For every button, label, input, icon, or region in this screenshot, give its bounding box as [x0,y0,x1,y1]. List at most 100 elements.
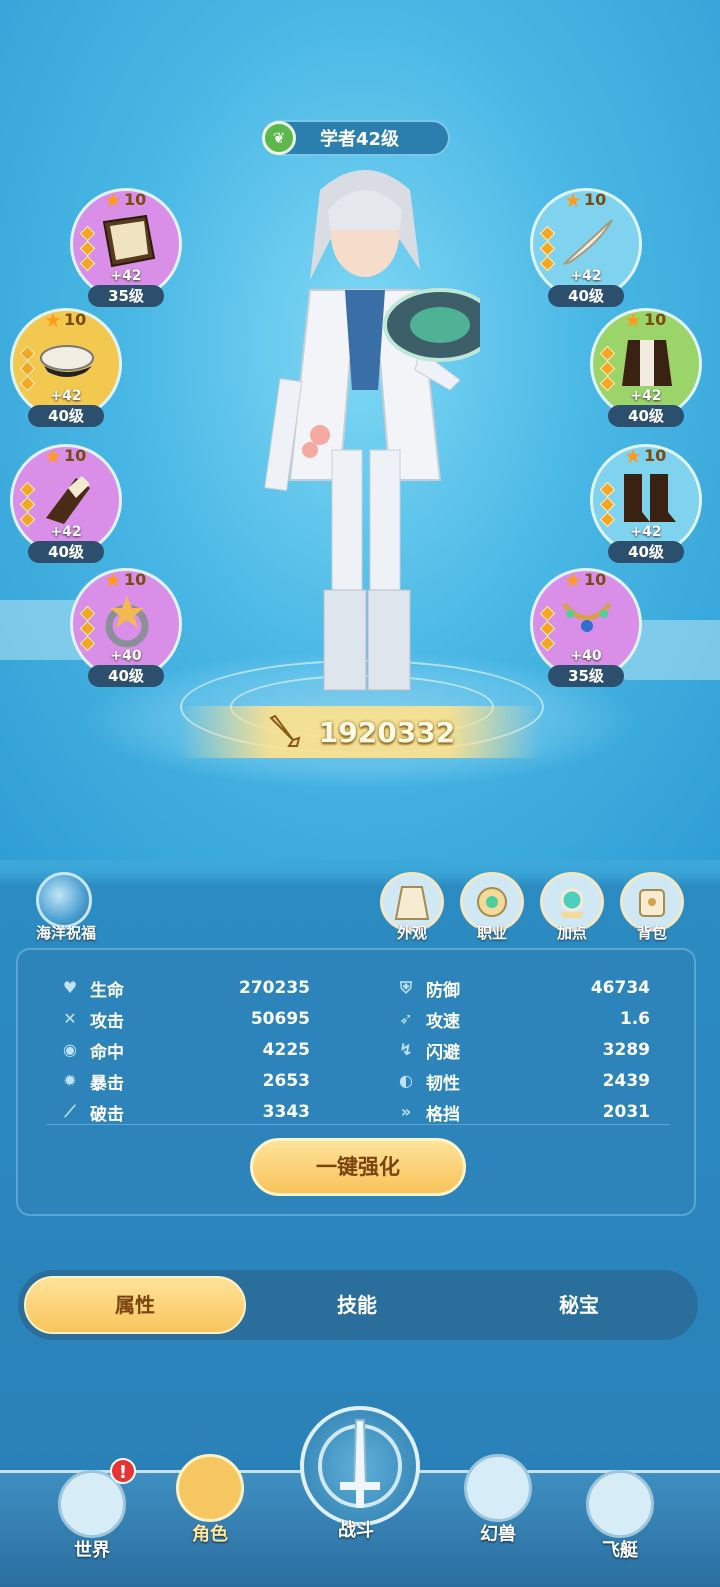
appearance-button[interactable]: 外观 [380,872,444,944]
stat-value: 270235 [239,978,310,998]
stat-label: 闪避 [426,1042,460,1063]
star-count: 10 [63,310,87,329]
profession-label: 职业 [476,924,507,942]
appearance-label: 外观 [396,924,427,942]
book-icon [102,214,156,268]
notification-badge: ! [110,1458,136,1484]
equipment-slot-bracer[interactable]: ★ 10 +42 40级 [10,443,122,563]
equipment-slot-vest[interactable]: ★ 10 +42 40级 [590,308,702,427]
stat-label: 命中 [90,1042,124,1063]
enhance-bonus: +42 [630,524,662,540]
vest-icon [622,340,672,386]
equipment-slot-necklace[interactable]: ★ 10 +40 35级 [530,568,642,687]
enhance-bonus: +40 [570,648,602,664]
quill-icon [563,219,613,265]
stat-value: 2439 [602,1071,650,1091]
boots-icon [624,474,676,522]
equipment-level: 35级 [548,665,624,687]
dodge-icon: ↯ [399,1040,413,1059]
profession-button[interactable]: 职业 [460,872,524,944]
equipment-level: 40级 [28,541,104,563]
equipment-level: 40级 [608,405,684,427]
shield-icon: ⛨ [399,978,412,997]
gem-slots [19,481,36,528]
equipment-slot-hat[interactable]: ★ 10 +42 40级 [10,308,122,427]
equipment-slot-boots[interactable]: ★ 10 +42 40级 [590,443,702,563]
backpack-button[interactable]: 背包 [620,872,684,944]
tab-treasures[interactable]: 秘宝 [468,1276,690,1334]
stat-dodge: ↯ 闪避 3289 [396,1036,650,1064]
equipment-slot-quill[interactable]: ★ 10 +42 40级 [530,187,642,307]
ocean-blessing-button[interactable]: 海洋祝福 [28,872,104,946]
gem-slots [539,605,556,652]
gem-slots [79,605,96,652]
star-rating: ★ 10 [564,187,606,212]
necklace-icon [562,602,612,632]
captain-hat-icon [40,345,94,377]
block-icon: » [400,1102,412,1121]
equipment-level: 40级 [28,405,104,427]
star-count: 10 [643,310,667,329]
attribute-points-button[interactable]: 加点 [540,872,604,944]
ocean-blessing-label: 海洋祝福 [35,924,96,942]
nav-battle-label-wrap: 战斗 [308,1470,404,1580]
equipment-slot-ring[interactable]: ★ 10 +40 40级 [70,567,182,687]
star-icon: ★ [624,443,642,468]
gem-slots [599,481,616,528]
tab-attributes[interactable]: 属性 [24,1276,246,1334]
character-model[interactable] [250,150,480,710]
stat-label: 防御 [426,980,460,1001]
stat-label: 破击 [90,1104,124,1125]
nav-world[interactable]: ! 世界 [44,1458,140,1580]
stat-label: 攻击 [90,1011,124,1032]
stat-label: 韧性 [426,1073,460,1094]
stat-label: 暴击 [90,1073,124,1094]
stat-label: 生命 [90,980,124,1001]
enhance-bonus: +42 [50,524,82,540]
nav-airship[interactable]: 飞艇 [572,1470,668,1580]
stats-grid: ♥ 生命 270235 ✕ 攻击 50695 ◉ 命中 4225 ✹ 暴击 2653 ⟋ 破击 33… [46,958,670,1125]
star-rating: ★ 10 [104,190,146,210]
star-rating: ★ 10 [104,567,146,592]
bracer-icon [46,476,90,524]
one-click-enhance-button[interactable]: 一键强化 [250,1138,466,1196]
stat-label: 格挡 [426,1104,460,1125]
nav-airship-label: 飞艇 [602,1540,638,1561]
combat-power-icon [269,714,301,747]
enhance-bonus: +40 [110,648,142,664]
star-rating: ★ 10 [624,310,667,330]
swords-icon: ✕ [63,1009,77,1028]
star-rating: ★ 10 [44,443,87,468]
stat-pierce: ⟋ 破击 3343 [60,1098,310,1126]
enhance-bonus: +42 [110,268,142,284]
nav-beast[interactable]: 幻兽 [450,1454,546,1564]
star-count: 10 [63,446,87,465]
stat-crit: ✹ 暴击 2653 [60,1067,310,1095]
speed-icon: ➶ [399,1009,413,1028]
enhance-bonus: +42 [630,388,662,404]
toughness-icon: ◐ [399,1071,413,1090]
backpack-label: 背包 [636,924,667,942]
equipment-level: 40级 [548,285,624,307]
stat-defense: ⛨ 防御 46734 [396,974,650,1002]
panel-tabs: 属性 技能 秘宝 [18,1270,698,1340]
stat-value: 4225 [262,1040,310,1060]
stat-value: 46734 [590,978,650,998]
heart-icon: ♥ [62,978,78,997]
ocean-blessing-icon [36,872,92,928]
star-icon: ★ [44,443,62,468]
nav-character[interactable]: 角色 [162,1454,258,1564]
tab-skills[interactable]: 技能 [246,1276,468,1334]
stat-block: » 格挡 2031 [396,1098,650,1126]
star-count: 10 [583,570,607,589]
nav-world-label: 世界 [74,1540,110,1561]
stat-attack: ✕ 攻击 50695 [60,1005,310,1033]
star-icon: ★ [104,567,122,592]
gem-slots [79,225,96,272]
stat-accuracy: ◉ 命中 4225 [60,1036,310,1064]
star-icon: ★ [564,187,582,212]
stat-value: 2031 [602,1102,650,1122]
enhance-bonus: +42 [570,268,602,284]
equipment-slot-book[interactable]: ★ 10 +42 35级 [70,188,182,307]
star-rating: ★ 10 [44,310,87,330]
